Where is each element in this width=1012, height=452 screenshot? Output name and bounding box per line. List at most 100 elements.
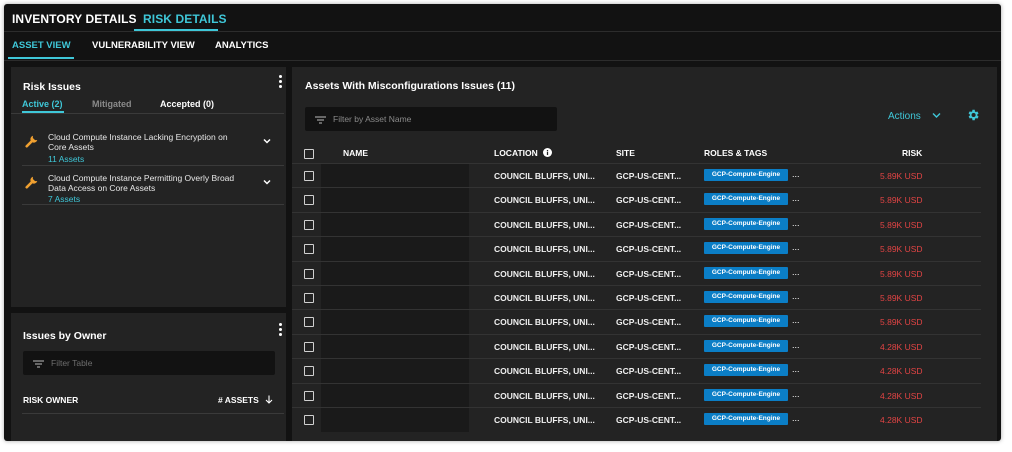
row-checkbox[interactable] [304,341,314,352]
site-cell: GCP-US-CENT... [616,268,682,279]
more-tags-ellipsis[interactable]: ... [792,340,800,350]
more-tags-ellipsis[interactable]: ... [792,291,800,301]
table-row[interactable]: COUNCIL BLUFFS, UNI... GCP-US-CENT... GCP-… [292,236,981,260]
role-tag-badge[interactable]: GCP-Compute-Engine [704,388,788,401]
row-checkbox[interactable] [304,195,314,206]
role-tag-badge[interactable]: GCP-Compute-Engine [704,169,788,181]
info-icon[interactable] [543,148,553,157]
row-checkbox[interactable] [304,244,314,255]
role-tag-badge[interactable]: GCP-Compute-Engine [704,242,788,255]
site-cell: GCP-US-CENT... [616,390,682,401]
risk-owner-column-header[interactable]: RISK OWNER [23,395,78,405]
assets-table-title: Assets With Misconfigurations Issues (11… [305,80,515,92]
location-header-label: LOCATION [494,148,538,158]
location-cell: COUNCIL BLUFFS, UNI... [494,268,595,279]
asset-name-filter-input[interactable]: Filter by Asset Name [305,107,557,131]
risk-column-header[interactable]: RISK [902,148,922,158]
tab-vulnerability-view[interactable]: VULNERABILITY VIEW [92,40,195,51]
more-tags-ellipsis[interactable]: ... [792,315,800,325]
more-tags-ellipsis[interactable]: ... [792,218,800,228]
row-checkbox[interactable] [304,390,314,401]
row-checkbox[interactable] [304,268,314,279]
table-row[interactable]: COUNCIL BLUFFS, UNI... GCP-US-CENT... GCP-… [292,407,981,431]
tab-accepted[interactable]: Accepted (0) [160,99,214,109]
role-tag-badge[interactable]: GCP-Compute-Engine [704,291,788,303]
more-tags-ellipsis[interactable]: ... [792,389,800,399]
site-cell: GCP-US-CENT... [616,415,682,425]
risk-value: 5.89K USD [880,268,923,279]
role-tag-badge[interactable]: GCP-Compute-Engine [704,193,788,206]
table-row[interactable]: COUNCIL BLUFFS, UNI... GCP-US-CENT... GCP-… [292,261,981,285]
table-row[interactable]: COUNCIL BLUFFS, UNI... GCP-US-CENT... GCP-… [292,285,981,309]
table-row[interactable]: COUNCIL BLUFFS, UNI... GCP-US-CENT... GCP-… [292,187,981,211]
site-cell: GCP-US-CENT... [616,244,682,255]
role-tag-badge[interactable]: GCP-Compute-Engine [704,339,788,352]
more-tags-ellipsis[interactable]: ... [792,364,800,374]
risk-issues-title: Risk Issues [23,81,81,93]
site-cell: GCP-US-CENT... [616,195,682,206]
role-tag-badge[interactable]: GCP-Compute-Engine [704,315,788,328]
issue-asset-count[interactable]: 11 Assets [48,154,84,164]
tab-inventory-details[interactable]: INVENTORY DETAILS [12,12,137,26]
roles-tags-column-header[interactable]: ROLES & TAGS [704,148,767,158]
table-row[interactable]: COUNCIL BLUFFS, UNI... GCP-US-CENT... GCP-… [292,212,981,236]
row-checkbox[interactable] [304,366,314,377]
chevron-down-icon[interactable] [262,177,272,187]
tab-analytics[interactable]: ANALYTICS [215,40,269,51]
risk-issue-item[interactable]: Cloud Compute Instance Lacking Encryptio… [11,132,284,166]
risk-issue-item[interactable]: Cloud Compute Instance Permitting Overly… [11,173,284,207]
location-cell: COUNCIL BLUFFS, UNI... [494,244,595,255]
location-cell: COUNCIL BLUFFS, UNI... [494,171,595,181]
tab-mitigated[interactable]: Mitigated [92,99,132,109]
chevron-down-icon [932,113,941,118]
row-checkbox[interactable] [304,219,314,230]
select-all-checkbox[interactable] [304,149,314,159]
tab-active-issues[interactable]: Active (2) [22,99,63,109]
role-tag-badge[interactable]: GCP-Compute-Engine [704,217,788,230]
more-tags-ellipsis[interactable]: ... [792,267,800,277]
role-tag-badge[interactable]: GCP-Compute-Engine [704,266,788,279]
tab-asset-view[interactable]: ASSET VIEW [12,40,71,51]
arrow-down-icon[interactable] [265,395,273,404]
tab-risk-details[interactable]: RISK DETAILS [143,12,227,26]
row-checkbox[interactable] [304,293,314,303]
role-tag-badge[interactable]: GCP-Compute-Engine [704,364,788,377]
owner-filter-input[interactable]: Filter Table [23,351,275,375]
more-tags-ellipsis[interactable]: ... [792,193,800,203]
table-row[interactable]: COUNCIL BLUFFS, UNI... GCP-US-CENT... GCP-… [292,383,981,407]
role-tag-badge[interactable]: GCP-Compute-Engine [704,413,788,425]
kebab-menu-icon[interactable] [279,75,283,90]
chevron-down-icon[interactable] [262,136,272,146]
assets-count-column-header[interactable]: # ASSETS [218,395,273,405]
gear-icon[interactable] [966,108,980,122]
risk-value: 5.89K USD [880,171,923,181]
table-row[interactable]: COUNCIL BLUFFS, UNI... GCP-US-CENT... GCP-… [292,163,981,187]
table-row[interactable]: COUNCIL BLUFFS, UNI... GCP-US-CENT... GCP-… [292,334,981,358]
more-tags-ellipsis[interactable]: ... [792,413,800,423]
site-cell: GCP-US-CENT... [616,293,682,303]
site-column-header[interactable]: SITE [616,148,635,158]
kebab-menu-icon[interactable] [279,323,283,338]
location-column-header[interactable]: LOCATION [494,148,553,158]
actions-dropdown[interactable]: Actions [888,111,941,122]
site-cell: GCP-US-CENT... [616,219,682,230]
row-checkbox[interactable] [304,415,314,425]
more-tags-ellipsis[interactable]: ... [792,242,800,252]
wrench-icon [25,176,38,189]
issue-asset-count[interactable]: 7 Assets [48,194,80,204]
risk-value: 5.89K USD [880,244,923,255]
site-cell: GCP-US-CENT... [616,171,682,181]
filter-placeholder: Filter by Asset Name [333,114,412,124]
table-row[interactable]: COUNCIL BLUFFS, UNI... GCP-US-CENT... GCP-… [292,309,981,333]
risk-value: 5.89K USD [880,219,923,230]
table-row[interactable]: COUNCIL BLUFFS, UNI... GCP-US-CENT... GCP-… [292,358,981,382]
site-cell: GCP-US-CENT... [616,317,682,328]
row-checkbox[interactable] [304,171,314,181]
filter-placeholder: Filter Table [51,358,93,368]
site-cell: GCP-US-CENT... [616,341,682,352]
more-tags-ellipsis[interactable]: ... [792,169,800,179]
name-column-header[interactable]: NAME [343,148,368,158]
location-cell: COUNCIL BLUFFS, UNI... [494,195,595,206]
assets-table-panel: Assets With Misconfigurations Issues (11… [292,67,997,441]
row-checkbox[interactable] [304,317,314,328]
